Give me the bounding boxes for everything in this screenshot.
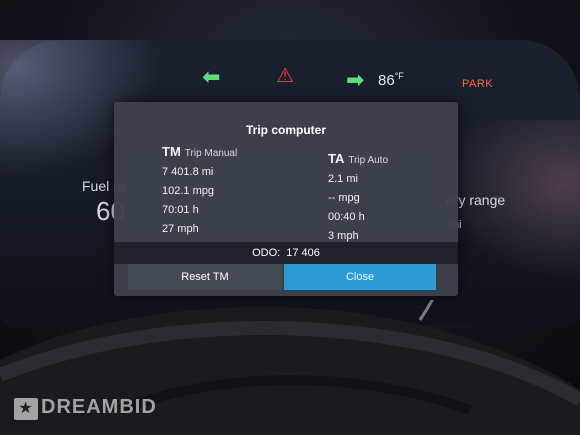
- park-indicator: PARK: [462, 78, 494, 90]
- temperature-value: 86: [378, 72, 395, 89]
- trip-manual-column: TM Trip Manual 7 401.8 mi 102.1 mpg 70:01…: [162, 144, 237, 235]
- odometer-label: ODO:: [252, 247, 281, 259]
- trip-auto-column: TA Trip Auto 2.1 mi -- mpg 00:40 h 3 mph: [328, 151, 388, 242]
- trip-auto-name: Trip Auto: [348, 155, 389, 166]
- odometer-row: ODO: 17 406: [114, 242, 458, 264]
- trip-manual-economy: 102.1 mpg: [162, 185, 214, 197]
- close-button[interactable]: Close: [284, 264, 436, 290]
- trip-auto-distance: 2.1 mi: [328, 173, 358, 185]
- trip-manual-header: TM Trip Manual: [162, 144, 237, 159]
- trip-manual-speed: 27 mph: [162, 223, 199, 235]
- dashboard-photo: ⬅ ⚠ ➡ 86°F PARK Fuel ra 60 ery range mi …: [0, 0, 580, 435]
- outside-temperature: 86°F: [378, 71, 404, 89]
- odometer-value: 17 406: [286, 247, 320, 259]
- trip-manual-distance: 7 401.8 mi: [162, 166, 214, 178]
- trip-auto-economy: -- mpg: [328, 192, 360, 204]
- trip-manual-abbr: TM: [162, 144, 181, 159]
- trip-auto-abbr: TA: [328, 151, 345, 166]
- trip-auto-speed: 3 mph: [328, 230, 359, 242]
- turn-right-arrow-icon: ➡: [346, 67, 365, 92]
- warning-triangle-icon: ⚠: [276, 65, 294, 87]
- trip-auto-header: TA Trip Auto: [328, 151, 388, 166]
- watermark-text: DREAMBID: [41, 396, 157, 418]
- trip-manual-name: Trip Manual: [184, 148, 238, 159]
- star-logo-icon: ★: [14, 398, 38, 420]
- reset-tm-button[interactable]: Reset TM: [128, 264, 282, 290]
- dialog-title: Trip computer: [245, 123, 326, 137]
- trip-auto-time: 00:40 h: [328, 211, 365, 223]
- turn-left-arrow-icon: ⬅: [202, 64, 221, 89]
- temperature-unit: °F: [394, 71, 404, 81]
- trip-computer-dialog: Trip computer TM Trip Manual 7 401.8 mi 1…: [114, 102, 458, 296]
- trip-manual-time: 70:01 h: [162, 204, 199, 216]
- watermark: ★ DREAMBID: [14, 396, 157, 420]
